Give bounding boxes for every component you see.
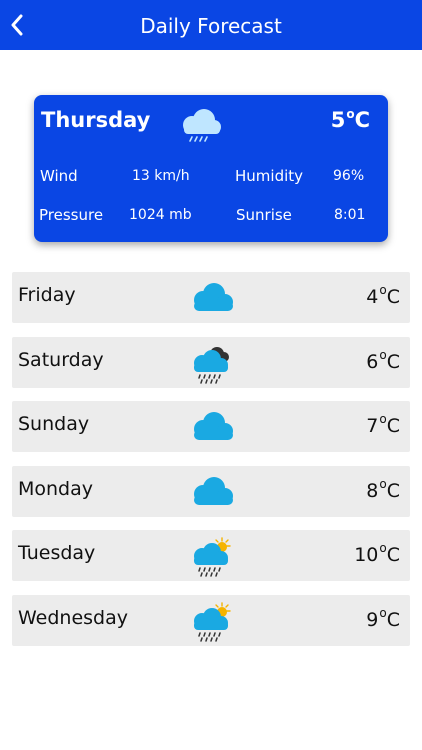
forecast-temp: 7oC xyxy=(366,412,400,437)
forecast-day: Friday xyxy=(18,284,76,306)
forecast-temp: 8oC xyxy=(366,477,400,502)
cloud-rain-icon xyxy=(176,105,224,145)
sunrise-label: Sunrise xyxy=(236,206,292,224)
forecast-row-friday[interactable]: Friday 4oC xyxy=(12,272,410,323)
today-day: Thursday xyxy=(41,108,151,132)
sun-rain-icon xyxy=(186,535,236,577)
app-header: Daily Forecast xyxy=(0,0,422,50)
forecast-row-sunday[interactable]: Sunday 7oC xyxy=(12,401,410,452)
forecast-day: Monday xyxy=(18,478,94,500)
cloud-icon xyxy=(186,471,236,513)
forecast-day: Sunday xyxy=(18,413,90,435)
pressure-label: Pressure xyxy=(39,206,104,224)
sun-rain-icon xyxy=(186,600,236,642)
forecast-temp: 6oC xyxy=(366,348,400,373)
forecast-day: Saturday xyxy=(18,349,104,371)
page-title: Daily Forecast xyxy=(140,14,282,38)
degree-symbol: o xyxy=(346,107,355,121)
forecast-row-monday[interactable]: Monday 8oC xyxy=(12,466,410,517)
forecast-row-saturday[interactable]: Saturday 6oC xyxy=(12,337,410,388)
sunrise-value: 8:01 xyxy=(334,207,366,223)
forecast-day: Tuesday xyxy=(18,542,96,564)
forecast-temp: 10oC xyxy=(354,541,400,566)
wind-value: 13 km/h xyxy=(132,168,190,184)
humidity-value: 96% xyxy=(333,168,365,184)
wind-label: Wind xyxy=(40,167,78,185)
forecast-day: Wednesday xyxy=(18,607,129,629)
forecast-temp: 9oC xyxy=(366,606,400,631)
forecast-row-wednesday[interactable]: Wednesday 9oC xyxy=(12,595,410,646)
pressure-value: 1024 mb xyxy=(129,207,192,223)
forecast-temp: 4oC xyxy=(366,283,400,308)
today-temp: 5oC xyxy=(330,107,370,132)
today-card: Thursday 5oC Wind 13 km/h Humidity 96% P… xyxy=(34,95,388,242)
humidity-label: Humidity xyxy=(235,167,304,185)
cloud-icon xyxy=(186,277,236,319)
forecast-row-tuesday[interactable]: Tuesday 10oC xyxy=(12,530,410,581)
storm-rain-icon xyxy=(186,342,236,384)
cloud-icon xyxy=(186,406,236,448)
